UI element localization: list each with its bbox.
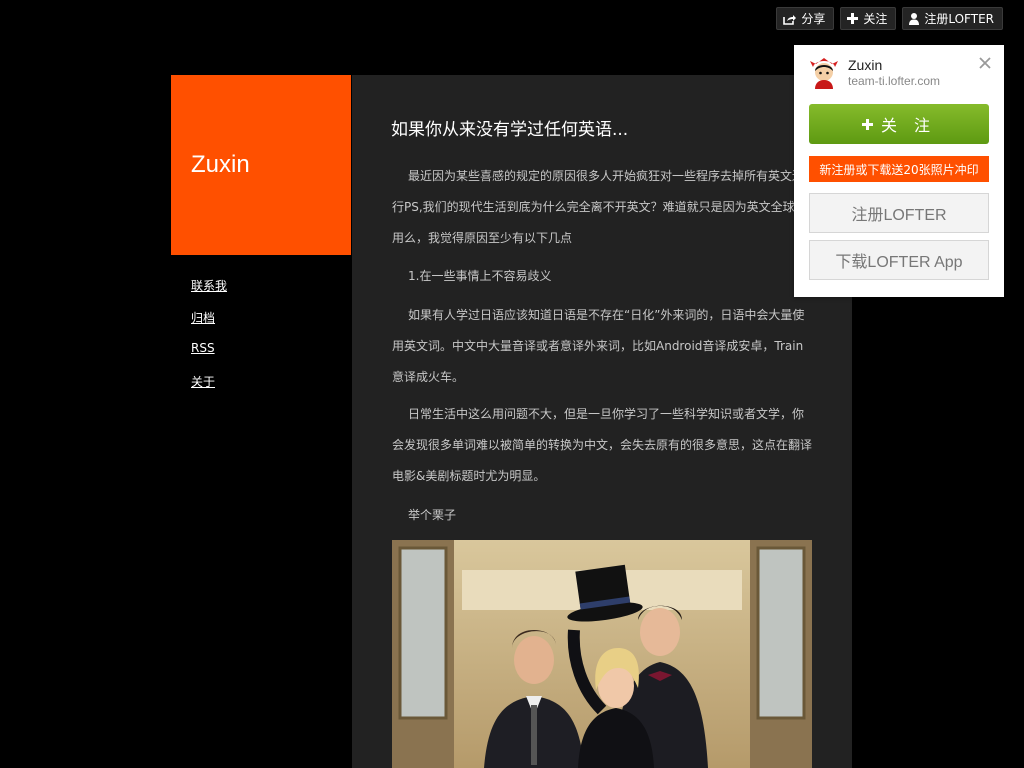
post-content: 如果你从来没有学过任何英语... 最近因为某些喜感的规定的原因很多人开始疯狂对一… [352,75,852,768]
register-button[interactable]: 注册LOFTER [809,193,989,233]
user-icon [909,12,920,25]
post-photo[interactable] [392,540,812,768]
photo-illustration [392,540,812,768]
register-label: 注册LOFTER [924,12,994,26]
follow-top-button[interactable]: 关注 [840,7,897,30]
promo-banner[interactable]: 新注册或下载送20张照片冲印 [809,156,989,182]
post-paragraph: 举个栗子 [408,508,457,522]
post-title[interactable]: 如果你从来没有学过任何英语... [391,115,628,140]
register-top-button[interactable]: 注册LOFTER [902,7,1003,30]
share-icon [783,13,797,25]
plus-icon [847,13,859,24]
top-bar: 分享 关注 注册LOFTER [776,7,1003,30]
blog-brand-block: Zuxin [171,75,351,255]
close-icon[interactable] [978,55,992,69]
author-avatar[interactable] [809,57,839,89]
post-paragraph: 最近因为某些喜感的规定的原因很多人开始疯狂对一些程序去掉所有英文还行PS,我们的… [392,169,807,245]
blog-title[interactable]: Zuxin [191,151,250,179]
post-paragraph: 日常生活中这么用问题不大，但是一旦你学习了一些科学知识或者文学，你会发现很多单词… [392,407,813,483]
nav-archive[interactable]: 归档 [191,309,227,341]
share-label: 分享 [801,12,826,26]
download-app-button[interactable]: 下载LOFTER App [809,240,989,280]
follow-button[interactable]: 关 注 [809,104,989,144]
nav-about[interactable]: 关于 [191,373,227,405]
nav-rss[interactable]: RSS [191,341,227,373]
author-name[interactable]: Zuxin [848,57,882,73]
post-paragraph: 1.在一些事情上不容易歧义 [408,269,552,283]
plus-icon [861,115,873,134]
post-paragraph: 如果有人学过日语应该知道日语是不存在“日化”外来词的，日语中会大量使用英文词。中… [392,308,805,384]
blog-nav: 联系我 归档 RSS 关于 [191,277,227,405]
share-button[interactable]: 分享 [776,7,835,30]
follow-label: 关注 [863,12,888,26]
author-url[interactable]: team-ti.lofter.com [848,74,940,88]
author-card: Zuxin team-ti.lofter.com 关 注 新注册或下载送20张照… [794,45,1004,297]
follow-button-label: 关 注 [880,116,937,135]
nav-contact[interactable]: 联系我 [191,277,227,309]
